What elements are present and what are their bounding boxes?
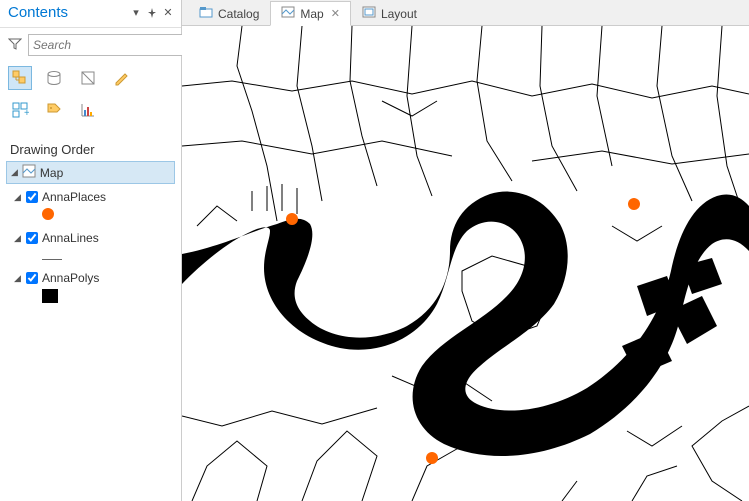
dropdown-icon[interactable]: ▾ [129,6,143,20]
layer-node: ◢ AnnaPolys [6,269,175,312]
polygon-symbol-icon [42,289,58,303]
point-symbol-icon [42,208,54,220]
map-view[interactable] [182,26,749,501]
layer-visibility-checkbox[interactable] [26,191,38,203]
tab-map[interactable]: Map ✕ [270,1,351,26]
panel-title: Contents [8,4,68,21]
tabbar: Catalog Map ✕ Layout [182,0,749,26]
map-icon [281,6,295,21]
catalog-icon [199,6,213,21]
layer-row[interactable]: ◢ AnnaLines [6,229,175,247]
layer-tree: ◢ Map ◢ AnnaPlaces ◢ AnnaLines [0,161,181,312]
layer-label: AnnaPolys [42,271,99,285]
map-root-label: Map [40,166,63,180]
layer-label: AnnaPlaces [42,190,106,204]
svg-text:+: + [24,108,29,119]
symbol-row[interactable] [6,206,175,229]
list-by-snapping-button[interactable]: + [8,98,32,122]
close-icon[interactable]: ✕ [161,6,175,20]
toolbar: + [0,62,181,138]
panel-controls: ▾ ✕ [129,6,175,20]
main-area: Catalog Map ✕ Layout [182,0,749,501]
list-by-source-button[interactable] [42,66,66,90]
filter-icon[interactable] [8,37,22,53]
contents-panel: Contents ▾ ✕ ▾ [0,0,182,501]
tab-label: Layout [381,7,417,21]
layer-row[interactable]: ◢ AnnaPlaces [6,188,175,206]
sidebar-header: Contents ▾ ✕ [0,0,181,28]
layer-row[interactable]: ◢ AnnaPolys [6,269,175,287]
collapse-icon[interactable]: ◢ [14,233,22,244]
list-by-charts-button[interactable] [76,98,100,122]
layout-icon [362,6,376,21]
search-input[interactable] [33,38,190,52]
layer-visibility-checkbox[interactable] [26,232,38,244]
search-row: ▾ [0,28,181,62]
list-by-labeling-button[interactable] [42,98,66,122]
river-polygon [182,192,749,456]
section-title: Drawing Order [0,138,181,161]
pin-icon[interactable] [145,6,159,20]
tab-layout[interactable]: Layout [351,1,428,25]
layer-label: AnnaLines [42,231,99,245]
list-by-editing-button[interactable] [110,66,134,90]
symbol-row[interactable] [6,247,175,269]
layer-visibility-checkbox[interactable] [26,272,38,284]
collapse-icon[interactable]: ◢ [11,167,18,178]
list-by-selection-button[interactable] [76,66,100,90]
symbol-row[interactable] [6,287,175,312]
map-icon [22,164,36,181]
line-symbol-icon [42,259,62,260]
collapse-icon[interactable]: ◢ [14,273,22,284]
tab-label: Map [300,7,323,21]
map-root-node[interactable]: ◢ Map [6,161,175,184]
layer-node: ◢ AnnaLines [6,229,175,269]
layer-node: ◢ AnnaPlaces [6,188,175,229]
close-tab-icon[interactable]: ✕ [331,7,340,20]
map-svg [182,26,749,501]
collapse-icon[interactable]: ◢ [14,192,22,203]
tab-catalog[interactable]: Catalog [188,1,270,25]
tab-label: Catalog [218,7,259,21]
list-by-drawing-order-button[interactable] [8,66,32,90]
